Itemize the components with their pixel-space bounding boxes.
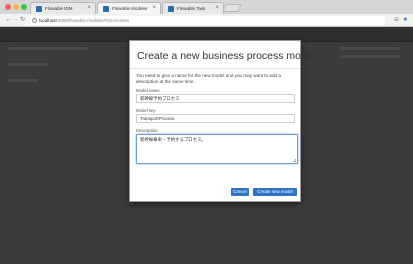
description-textarea[interactable]: 新幹線乗車・予約するプロセス。: [136, 134, 298, 164]
create-model-dialog: Create a new business process model You …: [129, 40, 316, 202]
dialog-intro-text: You need to give a name for the new mode…: [136, 73, 281, 84]
browser-tab-bar: Flowable IDM × Flowable Modeler × Flowab…: [0, 0, 413, 14]
close-tab-icon[interactable]: ×: [215, 5, 219, 11]
reload-icon[interactable]: ↻: [20, 16, 25, 24]
forward-arrow-icon[interactable]: →: [12, 16, 19, 24]
tab-label: Flowable Modeler: [112, 6, 148, 11]
url-path: :8080/flowable-modeler/#/processes: [56, 18, 130, 23]
back-arrow-icon[interactable]: ←: [5, 16, 12, 24]
bookmark-star-icon[interactable]: ★: [403, 16, 408, 23]
background-button: [340, 47, 400, 50]
flowable-favicon-icon: [168, 6, 174, 12]
close-tab-icon[interactable]: ×: [87, 5, 91, 11]
tab-flowable-modeler[interactable]: Flowable Modeler ×: [97, 2, 161, 14]
url-host: localhost: [39, 18, 57, 23]
close-window-icon[interactable]: [5, 4, 11, 10]
tab-flowable-idm[interactable]: Flowable IDM ×: [30, 2, 96, 14]
zoom-icon[interactable]: ⊖: [394, 16, 399, 23]
url-field[interactable]: i localhost:8080/flowable-modeler/#/proc…: [30, 16, 385, 25]
model-name-input[interactable]: 新幹線予約プロセス: [136, 94, 295, 103]
create-new-model-button[interactable]: Create new model: [253, 188, 297, 196]
flowable-favicon-icon: [36, 6, 42, 12]
cancel-button[interactable]: Cancel: [231, 188, 249, 196]
background-filter: [8, 79, 38, 82]
address-bar: ← → ↻ i localhost:8080/flowable-modeler/…: [0, 14, 413, 27]
tab-flowable-task[interactable]: Flowable Task ×: [162, 2, 224, 14]
background-title: [8, 47, 88, 50]
tab-label: Flowable IDM: [45, 6, 73, 11]
description-text: 新幹線乗車・予約するプロセス。: [140, 137, 206, 142]
background-button: [340, 55, 400, 58]
maximize-window-icon[interactable]: [21, 4, 27, 10]
flowable-favicon-icon: [103, 6, 109, 12]
resize-handle-icon[interactable]: [293, 159, 296, 162]
new-tab-button[interactable]: [222, 4, 242, 12]
info-icon[interactable]: i: [32, 18, 37, 23]
close-tab-icon[interactable]: ×: [152, 5, 156, 11]
model-key-input[interactable]: TransportProcess: [136, 114, 295, 123]
tab-label: Flowable Task: [177, 6, 206, 11]
dialog-header: Create a new business process model: [130, 41, 316, 69]
background-filter: [8, 63, 48, 66]
minimize-window-icon[interactable]: [13, 4, 19, 10]
dialog-title: Create a new business process model: [137, 50, 316, 62]
dialog-body: You need to give a name for the new mode…: [130, 69, 300, 164]
